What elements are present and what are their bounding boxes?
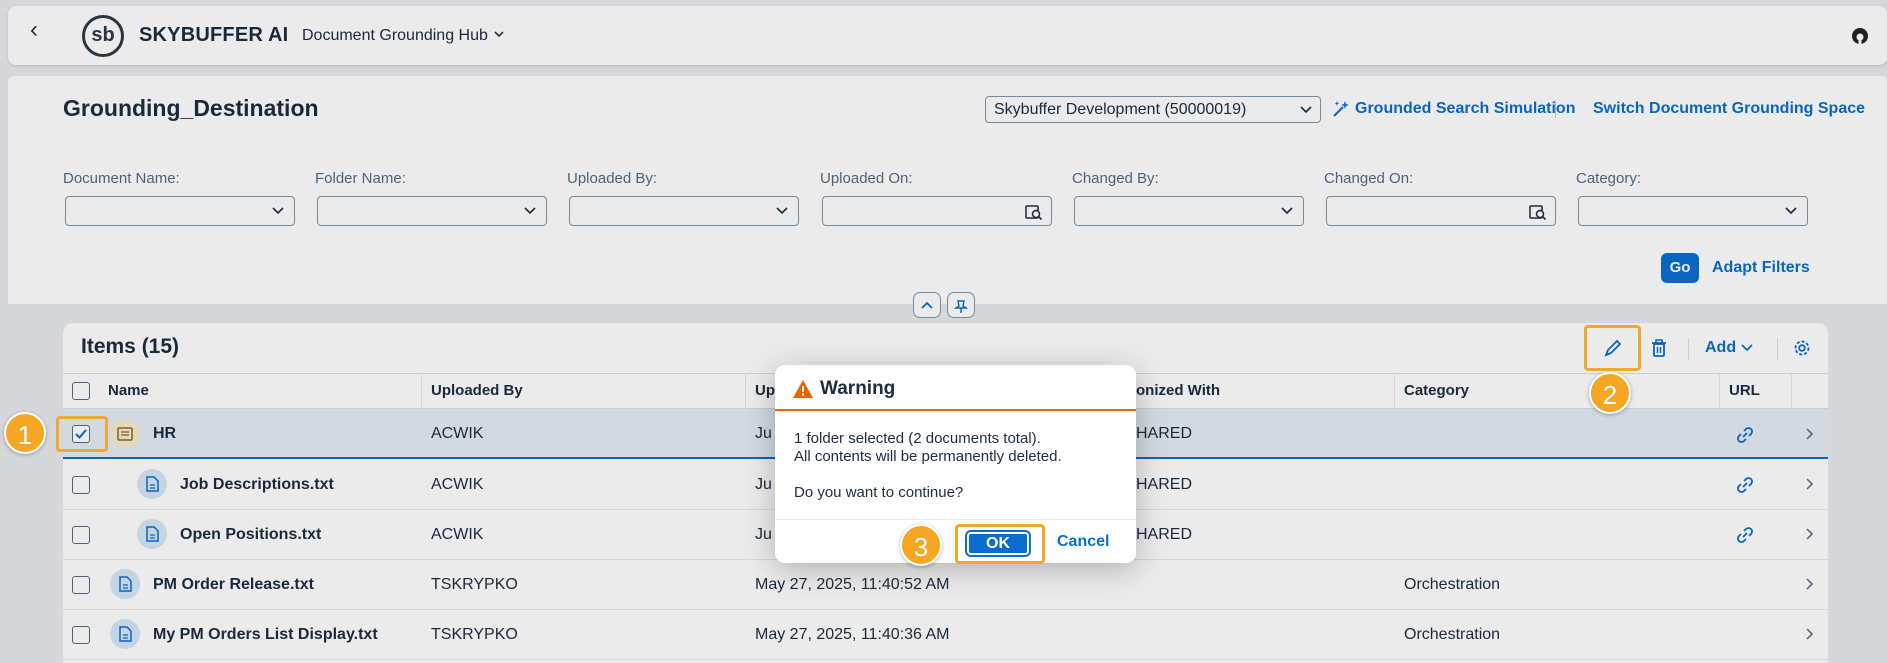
step-badge-3: 3 [900,524,942,566]
dialog-message-line-1: 1 folder selected (2 documents total). [794,430,1041,447]
step-badge-1: 1 [4,412,46,454]
dialog-message-line-2: All contents will be permanently deleted… [794,448,1062,465]
highlight-ok [955,524,1045,564]
highlight-edit [1584,325,1641,371]
warning-icon [793,380,813,398]
step-badge-2: 2 [1589,372,1631,414]
highlight-checkbox [56,416,108,452]
dialog-title: Warning [820,378,896,399]
cancel-button[interactable]: Cancel [1057,533,1109,551]
dialog-question: Do you want to continue? [794,484,964,501]
dialog-footer-divider [775,519,1136,520]
